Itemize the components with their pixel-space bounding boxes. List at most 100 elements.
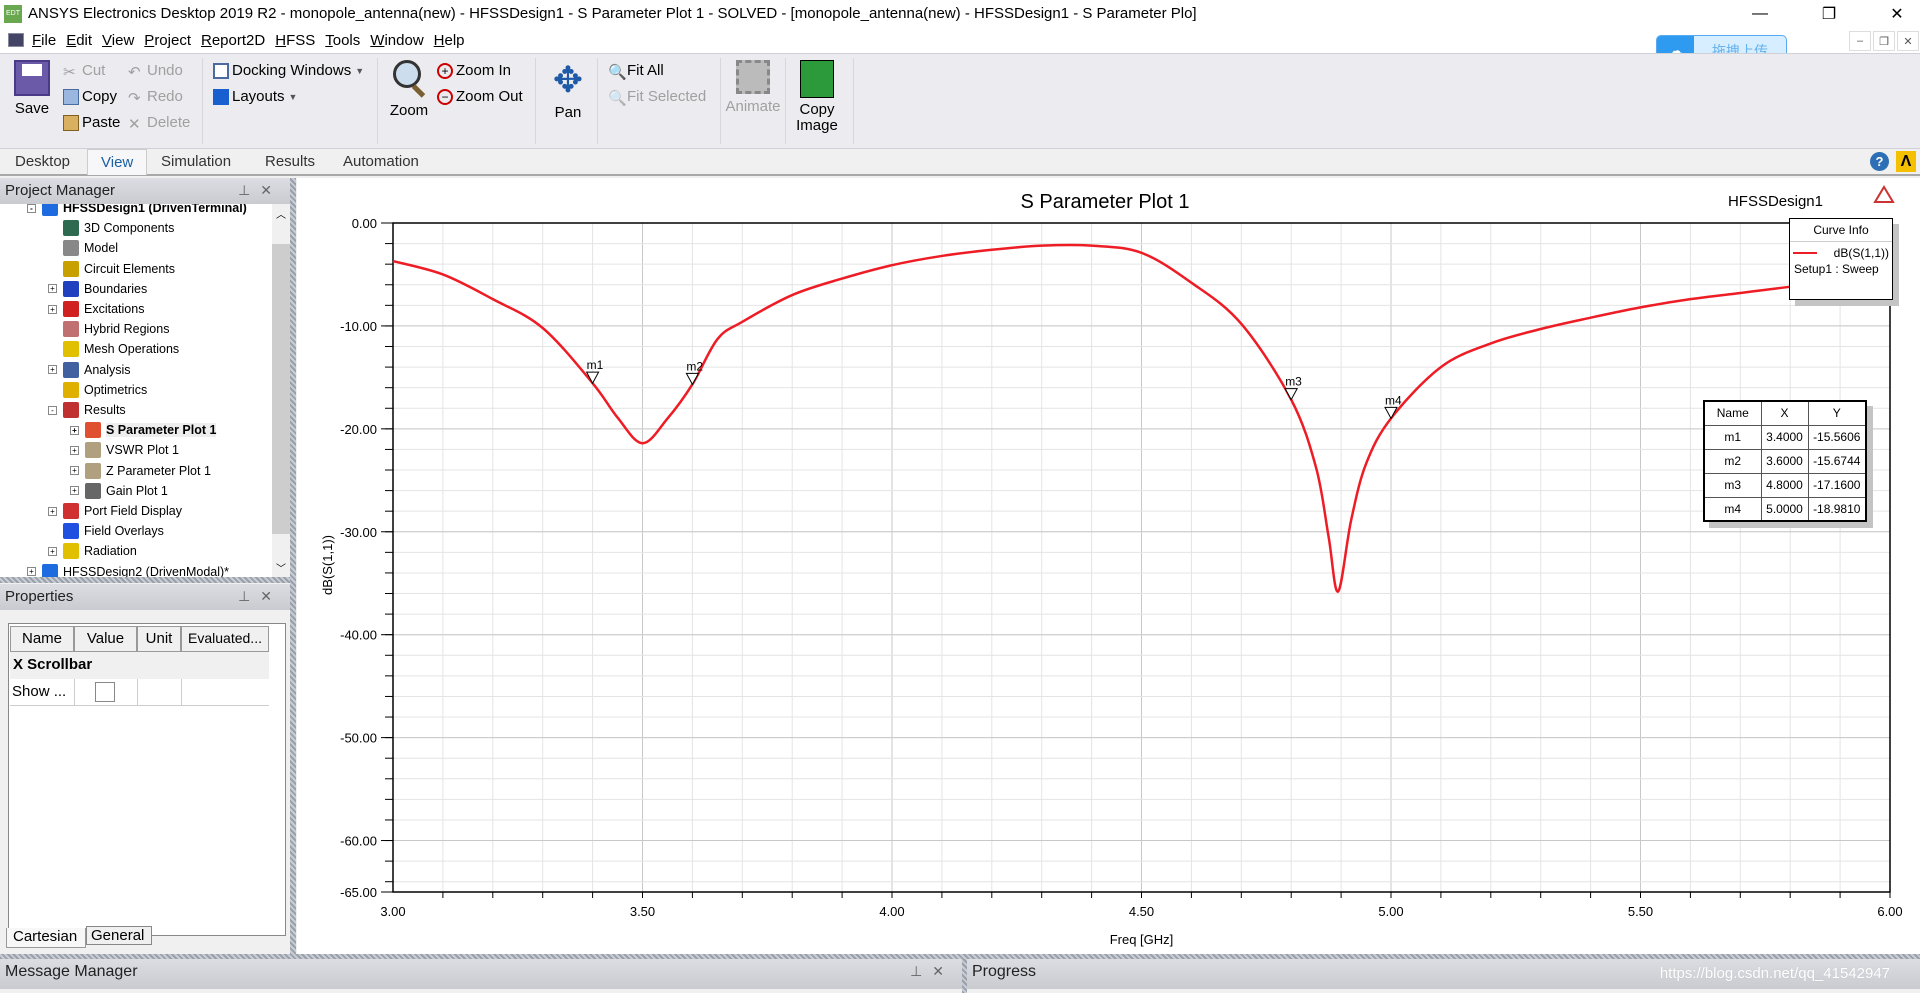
copy-button[interactable]: Copy [63,88,117,105]
close-icon[interactable]: ✕ [260,182,282,198]
tree-item[interactable]: + S Parameter Plot 1 [70,420,217,440]
splitter[interactable] [0,577,290,583]
menu-report2d[interactable]: Report2D [201,32,265,49]
expand-icon[interactable]: + [70,466,79,476]
close-button[interactable]: ✕ [1874,0,1920,27]
menu-project[interactable]: Project [144,32,191,49]
pin-icon[interactable]: ⊥ [238,182,260,198]
tree-item[interactable]: 3D Components [48,218,174,238]
tree-item[interactable]: Optimetrics [48,380,147,400]
help-icon[interactable]: ? [1870,152,1889,171]
mdi-close-button[interactable]: ✕ [1897,31,1919,51]
tree-item[interactable]: Field Overlays [48,521,164,541]
tree-item[interactable]: + Boundaries [48,279,147,299]
show-checkbox[interactable] [95,682,115,702]
ansys-logo-icon[interactable]: Λ [1896,151,1916,172]
pan-button[interactable]: ✥ Pan [546,60,590,122]
expand-icon[interactable]: + [48,304,57,314]
menu-tools[interactable]: Tools [325,32,360,49]
scroll-thumb[interactable] [272,244,290,534]
animate-button[interactable]: Animate [722,60,784,115]
tree-item[interactable]: - HFSSDesign1 (DrivenTerminal) [27,204,247,218]
splitter[interactable] [290,178,296,955]
expand-icon[interactable]: + [48,546,57,556]
expand-icon[interactable]: + [48,506,57,516]
menu-edit[interactable]: Edit [66,32,92,49]
delete-button[interactable]: ✕ Delete [128,114,190,133]
menu-file[interactable]: File [32,32,56,49]
tab-cartesian[interactable]: Cartesian [6,928,86,948]
tab-desktop[interactable]: Desktop [2,149,83,175]
tab-general[interactable]: General [86,926,152,945]
tab-results[interactable]: Results [252,149,328,175]
minimize-button[interactable]: — [1737,0,1783,27]
fit-all-button[interactable]: 🔍 Fit All [608,62,664,81]
close-icon[interactable]: ✕ [260,588,282,604]
tree-item[interactable]: + Z Parameter Plot 1 [70,461,211,481]
tree-item-label: Z Parameter Plot 1 [106,463,211,478]
tree-item[interactable]: + Port Field Display [48,501,182,521]
mdi-minimize-button[interactable]: – [1849,31,1871,51]
paste-button[interactable]: Paste [63,114,120,131]
tree-item[interactable]: Mesh Operations [48,339,179,359]
zoom-button[interactable]: Zoom [386,60,432,119]
pin-icon[interactable]: ⊥ [910,963,932,979]
menu-window[interactable]: Window [370,32,423,49]
tree-item[interactable]: + Excitations [48,299,144,319]
collapse-icon[interactable]: - [27,204,36,213]
layouts-button[interactable]: Layouts ▼ [213,88,297,105]
doc-icon [8,33,24,47]
collapse-icon[interactable]: - [48,405,57,415]
menu-view[interactable]: View [102,32,134,49]
expand-icon[interactable]: + [70,486,79,496]
marker-row: m1 3.4000 -15.5606 [1703,424,1867,450]
expand-icon[interactable]: + [70,445,79,455]
copy-image-button[interactable]: Copy Image [790,60,844,134]
menu-help[interactable]: Help [434,32,465,49]
expand-icon[interactable]: + [48,365,57,375]
col-evaluated[interactable]: Evaluated... [181,626,269,652]
s-parameter-chart[interactable]: 3.00 3.50 4.00 4.50 5.00 5.50 6.00 0.00 -10.00 -2… [297,178,1920,954]
close-icon[interactable]: ✕ [932,963,954,979]
y-axis-label: dB(S(1,1)) [320,535,335,595]
tree-item[interactable]: + Analysis [48,360,131,380]
docking-windows-button[interactable]: Docking Windows ▼ [213,62,364,79]
tab-automation[interactable]: Automation [330,149,432,175]
undo-button[interactable]: ↶ Undo [128,62,183,81]
fit-selected-button[interactable]: 🔍 Fit Selected [608,88,706,107]
menu-hfss[interactable]: HFSS [275,32,315,49]
tree-item[interactable]: Circuit Elements [48,259,175,279]
plot-window[interactable]: 3.00 3.50 4.00 4.50 5.00 5.50 6.00 0.00 -10.00 -2… [297,178,1920,954]
expand-icon[interactable]: + [70,425,79,435]
tree-item[interactable]: + VSWR Plot 1 [70,440,179,460]
tab-simulation[interactable]: Simulation [148,149,244,175]
project-tree: - HFSSDesign1 (DrivenTerminal) 3D Componen… [0,204,290,577]
pin-icon[interactable]: ⊥ [238,588,260,604]
tree-item[interactable]: Model [48,238,118,258]
copy-image-label-2: Image [796,117,838,134]
zoom-out-button[interactable]: − Zoom Out [437,88,523,105]
zoom-in-button[interactable]: + Zoom In [437,62,511,79]
save-button[interactable]: Save [10,60,54,117]
expand-icon[interactable]: + [48,284,57,294]
scroll-down-icon[interactable]: ﹀ [276,560,286,575]
marker-table[interactable]: Name X Y m1 3.4000 -15.5606 m2 3.6000 -15.6744… [1703,400,1867,522]
expand-icon[interactable]: + [27,567,36,577]
tree-item[interactable]: + Radiation [48,541,137,561]
col-name[interactable]: Name [10,626,74,652]
tree-item[interactable]: + HFSSDesign2 (DrivenModal)* [27,562,229,577]
col-value[interactable]: Value [74,626,137,652]
divider [853,58,854,144]
curve-info-legend[interactable]: Curve Info dB(S(1,1)) Setup1 : Sweep [1789,218,1893,300]
tab-view[interactable]: View [87,149,148,175]
tree-item[interactable]: - Results [48,400,126,420]
tree-item[interactable]: + Gain Plot 1 [70,481,168,501]
cut-button[interactable]: ✂ Cut [63,62,105,81]
tree-item[interactable]: Hybrid Regions [48,319,169,339]
scroll-up-icon[interactable]: ︿ [276,206,286,221]
restore-button[interactable]: ❐ [1806,0,1852,27]
col-unit[interactable]: Unit [137,626,181,652]
redo-button[interactable]: ↷ Redo [128,88,183,107]
mdi-restore-button[interactable]: ❐ [1873,31,1895,51]
tree-scrollbar[interactable]: ︿ ﹀ [272,204,290,577]
